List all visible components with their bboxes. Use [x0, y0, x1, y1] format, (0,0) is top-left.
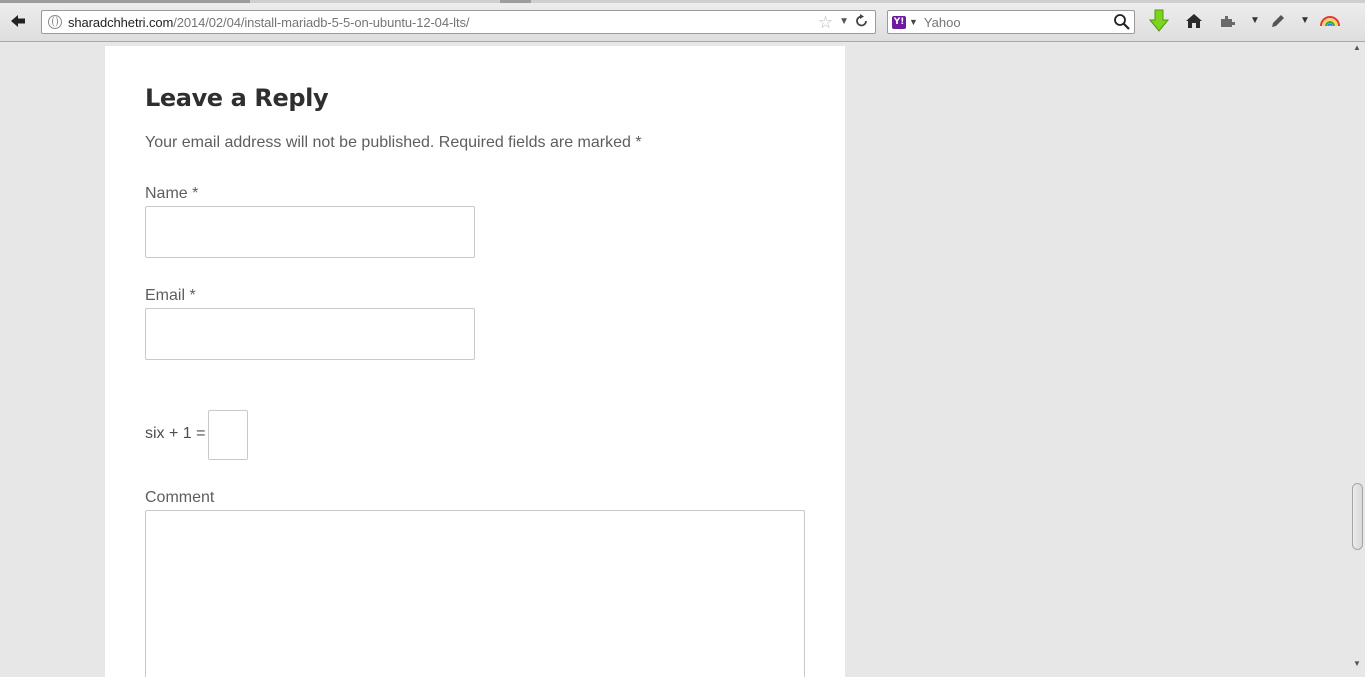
search-input[interactable] — [924, 15, 1113, 30]
url-history-dropdown-icon[interactable]: ▼ — [839, 17, 849, 27]
search-engine-selector[interactable]: Y! ▼ — [892, 16, 918, 29]
comment-form-card: Leave a Reply Your email address will no… — [105, 46, 845, 677]
addon-button-1[interactable] — [1218, 10, 1238, 32]
scrollbar-thumb[interactable] — [1352, 483, 1363, 550]
name-label: Name * — [145, 185, 198, 203]
required-marker: * — [635, 134, 641, 151]
comment-label: Comment — [145, 489, 214, 507]
tab-strip — [0, 0, 1365, 3]
reply-title: Leave a Reply — [145, 84, 328, 112]
pen-icon — [1270, 13, 1286, 29]
back-arrow-icon — [10, 14, 26, 28]
email-label-text: Email — [145, 287, 185, 304]
comment-notes-text: Your email address will not be published… — [145, 134, 631, 151]
comment-notes: Your email address will not be published… — [145, 134, 642, 152]
chevron-down-icon[interactable]: ▼ — [1300, 15, 1310, 26]
addon-button-2[interactable] — [1268, 10, 1288, 32]
rainbow-icon — [1320, 15, 1340, 27]
required-marker: * — [192, 185, 198, 202]
browser-toolbar: sharadchhetri.com/2014/02/04/install-mar… — [0, 0, 1365, 42]
reload-icon[interactable] — [855, 14, 869, 30]
site-identity-icon[interactable] — [48, 15, 62, 29]
url-path: /2014/02/04/install-mariadb-5-5-on-ubunt… — [173, 15, 469, 30]
chevron-down-icon: ▼ — [909, 17, 918, 27]
search-bar[interactable]: Y! ▼ — [887, 10, 1135, 34]
puzzle-icon — [1220, 14, 1236, 28]
email-label: Email * — [145, 287, 196, 305]
url-bar[interactable]: sharadchhetri.com/2014/02/04/install-mar… — [41, 10, 876, 34]
tab-active-indicator[interactable] — [0, 0, 250, 3]
yahoo-logo-icon: Y! — [892, 16, 906, 29]
comment-textarea[interactable] — [145, 510, 805, 677]
back-button[interactable] — [6, 10, 30, 32]
captcha-answer-field[interactable] — [208, 410, 248, 460]
home-button[interactable] — [1184, 10, 1204, 32]
tab-indicator[interactable] — [500, 0, 531, 3]
url-text[interactable]: sharadchhetri.com/2014/02/04/install-mar… — [68, 15, 818, 30]
page-scrollbar[interactable]: ▲ ▼ — [1350, 43, 1365, 677]
url-bar-actions: ☆ ▼ — [818, 14, 869, 31]
downloads-button[interactable] — [1148, 10, 1170, 32]
download-icon — [1149, 9, 1169, 33]
scroll-up-arrow-icon[interactable]: ▲ — [1353, 43, 1361, 52]
star-icon[interactable]: ☆ — [818, 14, 833, 31]
home-icon — [1185, 13, 1203, 29]
search-icon[interactable] — [1113, 13, 1131, 31]
url-host: sharadchhetri.com — [68, 15, 173, 30]
scroll-down-arrow-icon[interactable]: ▼ — [1353, 659, 1361, 668]
chevron-down-icon[interactable]: ▼ — [1250, 15, 1260, 26]
name-field[interactable] — [145, 206, 475, 258]
required-marker: * — [189, 287, 195, 304]
captcha-question: six + 1 = — [145, 425, 205, 443]
addon-button-3[interactable] — [1319, 10, 1341, 32]
name-label-text: Name — [145, 185, 188, 202]
email-field[interactable] — [145, 308, 475, 360]
